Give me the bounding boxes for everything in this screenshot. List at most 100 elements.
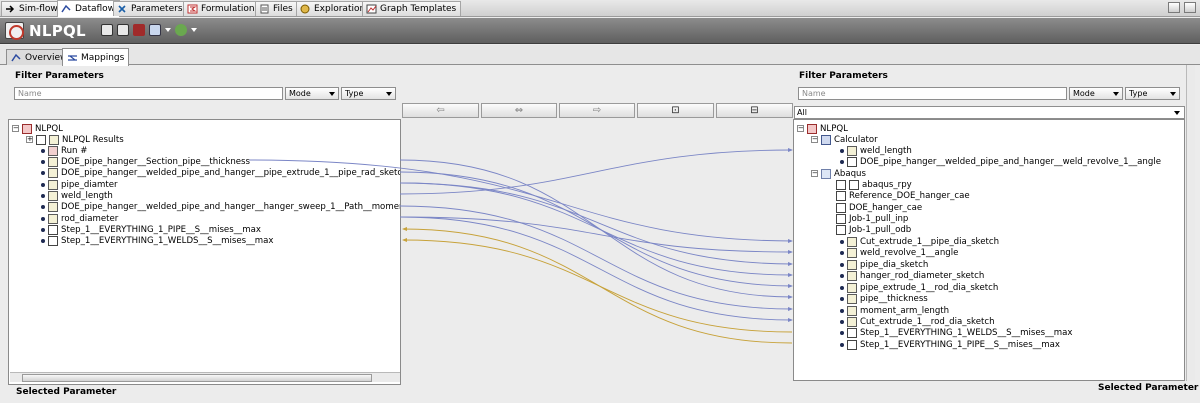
run-number-icon	[48, 145, 58, 156]
bullet-icon	[840, 296, 844, 301]
chevron-down-icon[interactable]	[191, 28, 197, 32]
tree-item[interactable]: DOE_pipe_hanger__Section_pipe__thickness	[41, 156, 250, 167]
tab-parameters[interactable]: Parameters	[113, 1, 188, 16]
tab-formulation[interactable]: Formulation	[183, 1, 260, 16]
tree-item[interactable]: Cut_extrude_1__rod_dia_sketch	[840, 316, 995, 327]
left-selected-parameter-title: Selected Parameter	[16, 387, 117, 397]
clear-map-button[interactable]: ⊟	[716, 103, 793, 118]
tree-label: Step_1__EVERYTHING_1_WELDS__S__mises__ma…	[61, 235, 274, 246]
right-scope-select[interactable]: All	[794, 106, 1185, 119]
tree-file-item[interactable]: Job-1_pull_inp	[836, 213, 908, 224]
tree-root-nlpql[interactable]: − NLPQL	[797, 123, 848, 134]
table-icon[interactable]	[117, 24, 129, 36]
scrollbar-thumb[interactable]	[22, 374, 372, 382]
map-right-button[interactable]: ⇨	[559, 103, 635, 118]
maximize-icon[interactable]	[1184, 2, 1196, 13]
tree-item[interactable]: rod_diameter	[41, 213, 118, 224]
right-parameter-tree: − NLPQL − Calculator weld_length DOE_pip…	[793, 119, 1185, 381]
tree-node-results[interactable]: + NLPQL Results	[26, 134, 124, 145]
globe-icon[interactable]	[175, 24, 187, 36]
clear-map-icon: ⊟	[750, 105, 759, 116]
tree-label: pipe__thickness	[860, 293, 928, 304]
tree-item[interactable]: weld_revolve_1__angle	[840, 247, 958, 258]
tree-file-item[interactable]: Reference_DOE_hanger_cae	[836, 190, 970, 201]
tree-item[interactable]: weld_length	[840, 145, 912, 156]
tree-item[interactable]: pipe_extrude_1__rod_dia_sketch	[840, 282, 998, 293]
tab-dataflow[interactable]: Dataflow	[57, 0, 121, 17]
map-left-button[interactable]: ⇦	[402, 103, 479, 118]
tree-item[interactable]: pipe__thickness	[840, 293, 928, 304]
tree-item[interactable]: pipe_dia_sketch	[840, 259, 928, 270]
collapse-toggle-icon[interactable]: −	[811, 170, 818, 177]
tree-root-nlpql[interactable]: − NLPQL	[12, 123, 63, 134]
left-name-filter-input[interactable]: Name	[14, 87, 283, 100]
view-tabs: Overview Mappings	[0, 45, 1200, 66]
right-type-select[interactable]: Type	[1125, 87, 1180, 100]
tree-label: pipe_dia_sketch	[860, 259, 929, 270]
map-both-button[interactable]: ⇔	[481, 103, 557, 118]
run-icon[interactable]	[133, 24, 145, 36]
tab-graph-templates[interactable]: Graph Templates	[362, 1, 462, 16]
tree-label: DOE_pipe_hanger__welded_pipe_and_hanger_…	[61, 167, 401, 178]
tree-file-item[interactable]: DOE_hanger_cae	[836, 202, 922, 213]
parameter-icon	[847, 247, 857, 258]
tab-files[interactable]: Files	[255, 1, 298, 16]
restore-icon[interactable]	[1168, 2, 1180, 13]
expand-toggle-icon[interactable]: +	[26, 136, 33, 143]
parameter-icon	[49, 134, 59, 145]
bullet-icon	[840, 319, 844, 324]
collapse-toggle-icon[interactable]: −	[12, 125, 19, 132]
tree-item[interactable]: Step_1__EVERYTHING_1_WELDS__S__mises__ma…	[41, 235, 273, 246]
tree-item[interactable]: Step_1__EVERYTHING_1_WELDS__S__mises__ma…	[840, 327, 1072, 338]
tree-item[interactable]: weld_length	[41, 190, 113, 201]
collapse-toggle-icon[interactable]: −	[797, 125, 804, 132]
tree-label: Step_1__EVERYTHING_1_PIPE__S__mises__max	[61, 224, 262, 235]
bullet-icon	[41, 227, 45, 232]
chevron-down-icon[interactable]	[165, 28, 171, 32]
tab-mappings[interactable]: Mappings	[62, 48, 130, 66]
mapping-link	[399, 205, 793, 310]
tab-sim-flow[interactable]: Sim-flow	[1, 1, 63, 16]
right-mode-select[interactable]: Mode	[1069, 87, 1123, 100]
right-vertical-scrollbar[interactable]	[1186, 65, 1195, 381]
mapping-link	[399, 216, 793, 253]
left-horizontal-scrollbar[interactable]	[10, 372, 400, 382]
tree-file-item[interactable]: Job-1_pull_odb	[836, 224, 911, 235]
tree-item[interactable]: Step_1__EVERYTHING_1_PIPE__S__mises__max	[840, 339, 1060, 350]
tab-exploration[interactable]: Exploration	[296, 1, 371, 16]
left-mode-select[interactable]: Mode	[285, 87, 339, 100]
file-icon	[836, 190, 846, 201]
tree-item[interactable]: DOE_pipe_hanger__welded_pipe_and_hanger_…	[840, 156, 1161, 167]
tree-item[interactable]: moment_arm_length	[840, 305, 949, 316]
parameter-icon	[847, 316, 857, 327]
edit-icon[interactable]	[101, 24, 113, 36]
parameter-icon	[847, 305, 857, 316]
file-icon	[836, 202, 846, 213]
parameters-icon	[118, 5, 126, 13]
tree-item[interactable]: DOE_pipe_hanger__welded_pipe_and_hanger_…	[41, 201, 401, 212]
right-name-filter-input[interactable]: Name	[798, 87, 1067, 100]
tree-item[interactable]: Cut_extrude_1__pipe_dia_sketch	[840, 236, 999, 247]
tree-label: pipe_extrude_1__rod_dia_sketch	[860, 282, 999, 293]
bullet-icon	[840, 250, 844, 255]
arrow-left-icon: ⇦	[436, 105, 445, 116]
tree-node-abaqus[interactable]: − Abaqus	[811, 168, 866, 179]
tree-item[interactable]: pipe_diamter	[41, 179, 118, 190]
parameter-icon	[847, 236, 857, 247]
tree-file-item[interactable]: abaqus_rpy	[836, 179, 912, 190]
bullet-icon	[41, 238, 45, 243]
tree-label: Run #	[61, 145, 88, 156]
tree-label: Job-1_pull_odb	[849, 224, 912, 235]
collapse-toggle-icon[interactable]: −	[811, 136, 818, 143]
auto-map-button[interactable]: ⊡	[637, 103, 714, 118]
wand-icon[interactable]	[149, 24, 161, 36]
output-parameter-icon	[48, 224, 58, 235]
tree-label: DOE_pipe_hanger__welded_pipe_and_hanger_…	[61, 201, 401, 212]
tree-node-calculator[interactable]: − Calculator	[811, 134, 878, 145]
tree-item[interactable]: DOE_pipe_hanger__welded_pipe_and_hanger_…	[41, 167, 401, 178]
tree-item[interactable]: Step_1__EVERYTHING_1_PIPE__S__mises__max	[41, 224, 261, 235]
tree-label: NLPQL Results	[62, 134, 124, 145]
left-type-select[interactable]: Type	[341, 87, 396, 100]
tree-item[interactable]: Run #	[41, 145, 87, 156]
tree-item[interactable]: hanger_rod_diameter_sketch	[840, 270, 984, 281]
